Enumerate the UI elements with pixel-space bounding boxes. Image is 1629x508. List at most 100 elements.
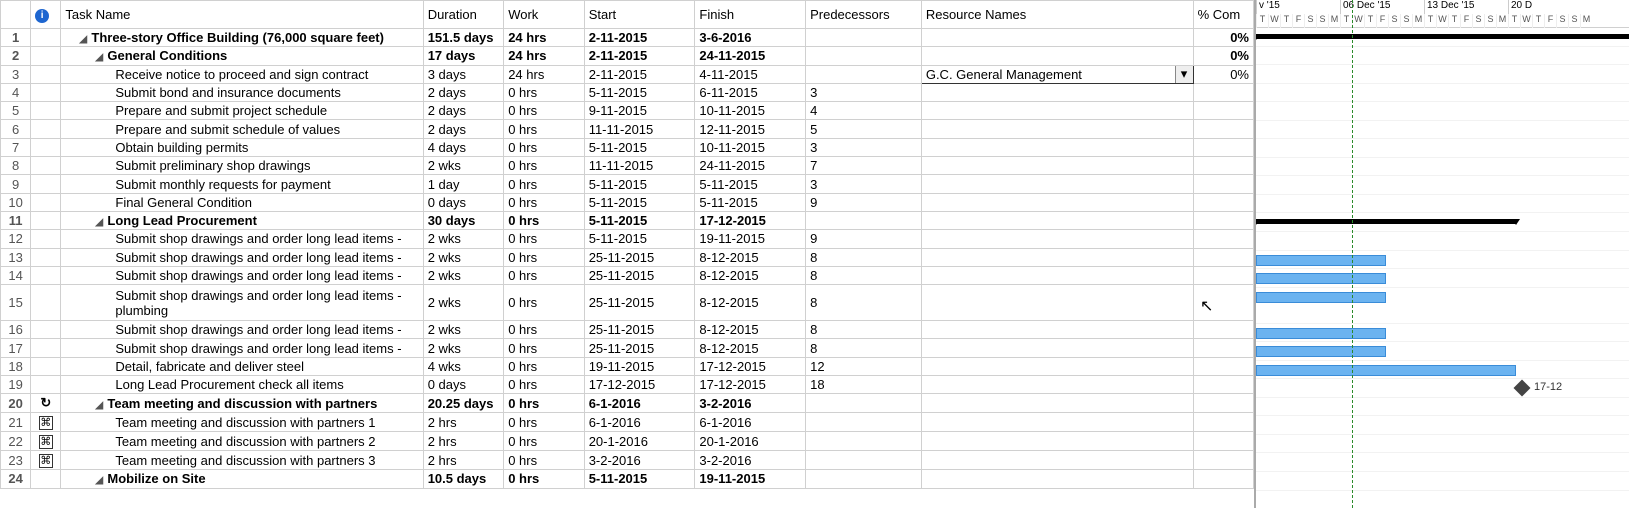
resource-cell[interactable] <box>921 47 1193 65</box>
pred-cell[interactable]: 8 <box>806 339 922 357</box>
resource-cell[interactable] <box>921 29 1193 47</box>
finish-cell[interactable]: 19-11-2015 <box>695 230 806 248</box>
task-name-cell[interactable]: Submit preliminary shop drawings <box>61 157 423 175</box>
gantt-row[interactable] <box>1256 28 1629 47</box>
table-row[interactable]: 2◢General Conditions17 days24 hrs2-11-20… <box>1 47 1254 65</box>
pct-cell[interactable] <box>1193 285 1253 321</box>
dur-cell[interactable]: 2 wks <box>423 266 504 284</box>
table-row[interactable]: 13 Submit shop drawings and order long le… <box>1 248 1254 266</box>
gantt-row[interactable] <box>1256 102 1629 121</box>
gantt-row[interactable] <box>1256 158 1629 177</box>
pct-cell[interactable]: 0% <box>1193 65 1253 83</box>
dropdown-button[interactable]: ▾ <box>1175 66 1193 83</box>
task-bar[interactable] <box>1256 273 1386 284</box>
table-row[interactable]: 6 Prepare and submit schedule of values2 … <box>1 120 1254 138</box>
pct-cell[interactable] <box>1193 266 1253 284</box>
pred-cell[interactable] <box>806 470 922 488</box>
row-number[interactable]: 5 <box>1 102 31 120</box>
table-row[interactable]: 16Submit shop drawings and order long le… <box>1 321 1254 339</box>
work-cell[interactable]: 0 hrs <box>504 394 585 413</box>
row-number[interactable]: 6 <box>1 120 31 138</box>
pct-cell[interactable] <box>1193 193 1253 211</box>
gantt-row[interactable] <box>1256 121 1629 140</box>
task-name-cell[interactable]: Team meeting and discussion with partner… <box>61 413 423 432</box>
resource-cell[interactable] <box>921 230 1193 248</box>
pct-cell[interactable] <box>1193 470 1253 488</box>
pred-cell[interactable]: 4 <box>806 102 922 120</box>
pct-cell[interactable] <box>1193 413 1253 432</box>
dur-cell[interactable]: 2 days <box>423 120 504 138</box>
dur-cell[interactable]: 2 days <box>423 102 504 120</box>
row-number[interactable]: 1 <box>1 29 31 47</box>
resource-cell[interactable] <box>921 193 1193 211</box>
finish-cell[interactable]: 10-11-2015 <box>695 138 806 156</box>
pct-complete-header[interactable]: % Com <box>1193 1 1253 29</box>
pred-cell[interactable]: 8 <box>806 248 922 266</box>
task-name-cell[interactable]: ◢Long Lead Procurement <box>61 211 423 229</box>
finish-cell[interactable]: 4-11-2015 <box>695 65 806 83</box>
pct-cell[interactable] <box>1193 376 1253 394</box>
collapse-icon[interactable]: ◢ <box>79 34 89 44</box>
table-row[interactable]: 4Submit bond and insurance documents2 da… <box>1 83 1254 101</box>
gantt-row[interactable] <box>1256 251 1629 270</box>
row-number[interactable]: 10 <box>1 193 31 211</box>
row-number[interactable]: 13 <box>1 248 31 266</box>
task-name-cell[interactable]: Submit shop drawings and order long lead… <box>61 248 423 266</box>
start-header[interactable]: Start <box>584 1 695 29</box>
resource-cell[interactable]: ▾Carpet ContractorConcreteDrywall Contra… <box>921 65 1193 83</box>
finish-cell[interactable]: 8-12-2015 <box>695 248 806 266</box>
start-cell[interactable]: 19-11-2015 <box>584 357 695 375</box>
pct-cell[interactable]: 0% <box>1193 29 1253 47</box>
work-cell[interactable]: 0 hrs <box>504 451 585 470</box>
dur-cell[interactable]: 2 hrs <box>423 413 504 432</box>
start-cell[interactable]: 6-1-2016 <box>584 413 695 432</box>
row-number[interactable]: 20 <box>1 394 31 413</box>
pct-cell[interactable] <box>1193 138 1253 156</box>
resource-cell[interactable] <box>921 138 1193 156</box>
pct-cell[interactable] <box>1193 83 1253 101</box>
gantt-row[interactable] <box>1256 288 1629 324</box>
finish-cell[interactable]: 5-11-2015 <box>695 193 806 211</box>
start-cell[interactable]: 25-11-2015 <box>584 248 695 266</box>
task-name-cell[interactable]: Prepare and submit schedule of values <box>61 120 423 138</box>
pred-cell[interactable]: 8 <box>806 285 922 321</box>
pred-cell[interactable] <box>806 432 922 451</box>
work-cell[interactable]: 0 hrs <box>504 339 585 357</box>
pred-cell[interactable]: 9 <box>806 193 922 211</box>
dur-cell[interactable]: 2 hrs <box>423 451 504 470</box>
task-bar[interactable] <box>1256 328 1386 339</box>
table-row[interactable]: 3Receive notice to proceed and sign cont… <box>1 65 1254 83</box>
task-name-cell[interactable]: Submit shop drawings and order long lead… <box>61 230 423 248</box>
task-name-cell[interactable]: ◢General Conditions <box>61 47 423 65</box>
resource-cell[interactable] <box>921 470 1193 488</box>
table-row[interactable]: 23⌘Team meeting and discussion with part… <box>1 451 1254 470</box>
task-name-cell[interactable]: ◢Three-story Office Building (76,000 squ… <box>61 29 423 47</box>
row-number[interactable]: 14 <box>1 266 31 284</box>
resource-cell[interactable] <box>921 376 1193 394</box>
pct-cell[interactable] <box>1193 175 1253 193</box>
task-name-cell[interactable]: Submit shop drawings and order long lead… <box>61 285 423 321</box>
finish-cell[interactable]: 6-11-2015 <box>695 83 806 101</box>
start-cell[interactable]: 2-11-2015 <box>584 29 695 47</box>
table-row[interactable]: 12 Submit shop drawings and order long le… <box>1 230 1254 248</box>
task-name-cell[interactable]: Submit bond and insurance documents <box>61 83 423 101</box>
row-number[interactable]: 3 <box>1 65 31 83</box>
work-cell[interactable]: 0 hrs <box>504 138 585 156</box>
dur-cell[interactable]: 2 wks <box>423 230 504 248</box>
work-cell[interactable]: 0 hrs <box>504 470 585 488</box>
row-number[interactable]: 12 <box>1 230 31 248</box>
start-cell[interactable]: 3-2-2016 <box>584 451 695 470</box>
collapse-icon[interactable]: ◢ <box>95 475 105 485</box>
pred-cell[interactable]: 8 <box>806 266 922 284</box>
finish-cell[interactable]: 3-2-2016 <box>695 451 806 470</box>
task-bar[interactable] <box>1256 292 1386 303</box>
finish-cell[interactable]: 3-2-2016 <box>695 394 806 413</box>
collapse-icon[interactable]: ◢ <box>95 217 105 227</box>
dur-cell[interactable]: 30 days <box>423 211 504 229</box>
resource-cell[interactable] <box>921 266 1193 284</box>
pred-cell[interactable]: 3 <box>806 83 922 101</box>
pct-cell[interactable] <box>1193 248 1253 266</box>
work-cell[interactable]: 0 hrs <box>504 83 585 101</box>
start-cell[interactable]: 5-11-2015 <box>584 175 695 193</box>
gantt-row[interactable] <box>1256 65 1629 84</box>
